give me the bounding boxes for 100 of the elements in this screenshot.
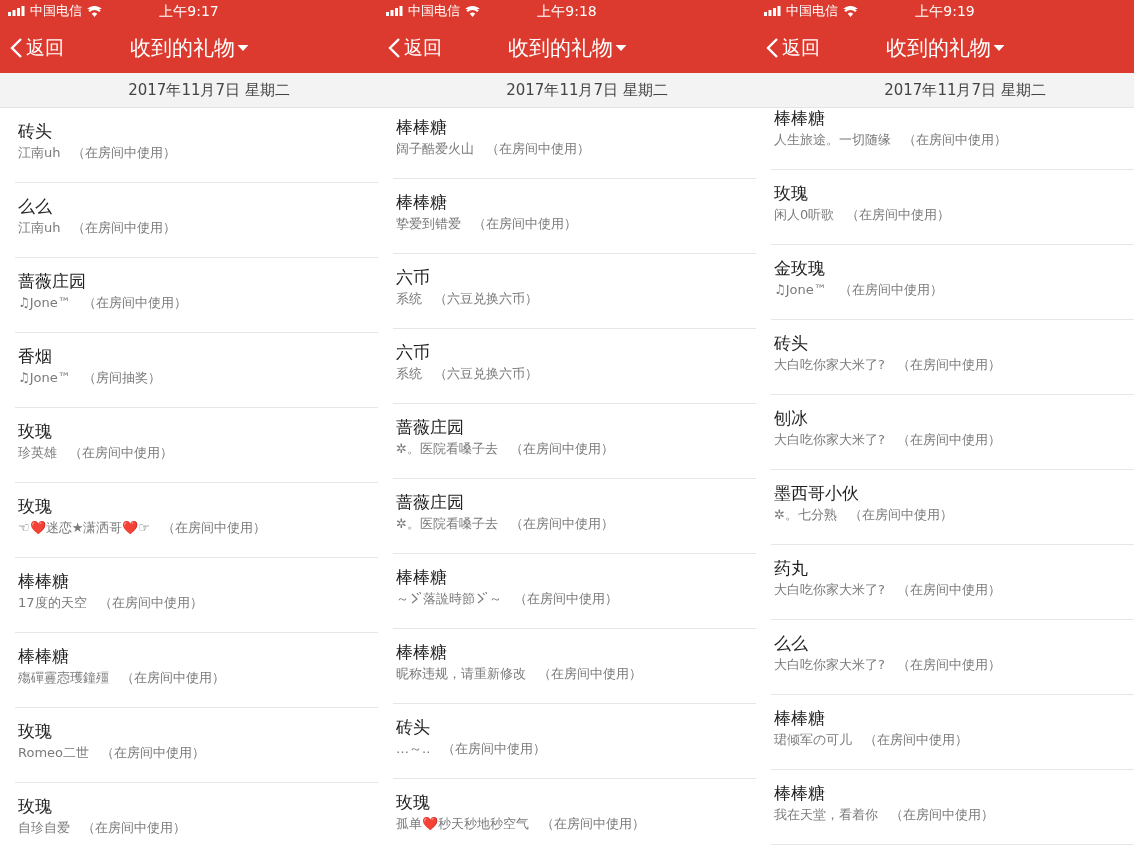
usage-note: （在房间中使用）	[161, 519, 266, 537]
usage-note: （房间抽奖）	[82, 369, 161, 387]
iteration-mark-icon	[411, 591, 421, 604]
usage-note: （在房间中使用）	[538, 665, 642, 683]
usage-note: （在房间中使用）	[848, 506, 953, 524]
gift-name: 玫瑰	[18, 495, 52, 517]
usage-note: （在房间中使用）	[541, 815, 645, 833]
usage-note: （在房间中使用）	[473, 215, 577, 233]
caret-down-icon	[993, 44, 1005, 51]
gift-name: 六币	[396, 341, 430, 363]
usage-note: （在房间中使用）	[69, 444, 173, 462]
gift-name: 刨冰	[774, 407, 808, 429]
usage-note: （在房间中使用）	[98, 594, 203, 612]
usage-note: （在房间中使用）	[514, 590, 618, 608]
sender-name: 大白吃你家大米了?	[774, 656, 885, 674]
sender-name: 闲人0听歌	[774, 206, 835, 224]
signal-icon	[386, 6, 403, 16]
title-dropdown[interactable]: 收到的礼物	[129, 33, 249, 62]
status-time: 上午9:18	[537, 3, 597, 19]
gift-name: 玫瑰	[774, 182, 808, 204]
wifi-icon	[87, 5, 102, 17]
wifi-icon	[465, 5, 480, 17]
gift-name: 墨西哥小伙	[774, 482, 859, 504]
gift-name: 玫瑰	[396, 791, 430, 813]
usage-note: （在房间中使用）	[509, 440, 614, 458]
gift-name: 棒棒糖	[396, 641, 447, 663]
sender-name: ♫Jone™	[18, 369, 71, 387]
wifi-icon	[843, 5, 858, 17]
gift-name: 玫瑰	[18, 795, 52, 817]
signal-icon	[764, 6, 781, 16]
sender-name: ✲。医院看嗓子去	[396, 440, 498, 458]
gift-name: 棒棒糖	[18, 645, 69, 667]
status-time: 上午9:17	[159, 3, 219, 19]
sender-name: 大白吃你家大米了?	[774, 356, 885, 374]
sender-name: 珍英雄	[18, 444, 57, 462]
gift-name: 药丸	[774, 557, 808, 579]
title-dropdown[interactable]: 收到的礼物	[885, 33, 1005, 62]
iteration-mark-icon	[477, 591, 487, 604]
sender-name: ♫Jone™	[774, 281, 827, 299]
sender-name: 珺倾军の可儿	[774, 731, 852, 749]
carrier-name: 中国电信	[30, 2, 82, 20]
gift-name: 么么	[774, 632, 808, 654]
back-button[interactable]: 返回	[766, 34, 820, 61]
gift-name: 蔷薇庄园	[396, 491, 464, 513]
date-header: 2017年11月7日 星期二	[378, 73, 756, 108]
chevron-left-icon	[388, 36, 401, 59]
gift-name: 么么	[18, 195, 52, 217]
back-button[interactable]: 返回	[10, 34, 64, 61]
sender-name: 我在天堂，看着你	[774, 806, 878, 824]
sender-name: ♫Jone™	[18, 294, 71, 312]
usage-note: （在房间中使用）	[509, 515, 614, 533]
usage-note: （在房间中使用）	[442, 740, 547, 758]
date-header: 2017年11月7日 星期二	[756, 73, 1134, 108]
date-header: 2017年11月7日 星期二	[0, 73, 378, 108]
gift-name: 棒棒糖	[396, 191, 447, 213]
carrier-name: 中国电信	[408, 2, 460, 20]
carrier-name: 中国电信	[786, 2, 838, 20]
sender-name: ✲。医院看嗓子去	[396, 515, 498, 533]
sender-name: 17度的天空	[18, 594, 87, 612]
signal-icon	[8, 6, 25, 16]
usage-note: （在房间中使用）	[72, 219, 177, 237]
gift-name: 香烟	[18, 345, 52, 367]
usage-note: （在房间中使用）	[896, 656, 1001, 674]
sender-name: 昵称违规，请重新修改	[396, 665, 526, 683]
usage-note: （在房间中使用）	[890, 806, 994, 824]
sender-name: 江南uh	[18, 144, 61, 162]
sender-name: 江南uh	[18, 219, 61, 237]
gift-name: 棒棒糖	[396, 116, 447, 138]
sender-name: 殤磾霻悫瓁鐘殭	[18, 669, 109, 687]
back-button[interactable]: 返回	[388, 34, 442, 61]
usage-note: （在房间中使用）	[82, 819, 186, 837]
gift-name: 六币	[396, 266, 430, 288]
sender-name: 大白吃你家大米了?	[774, 431, 885, 449]
sender-name: 系统	[396, 290, 422, 308]
chevron-left-icon	[10, 36, 23, 59]
sender-name: 系统	[396, 365, 422, 383]
gift-name: 棒棒糖	[774, 782, 825, 804]
sender-name: 孤单❤秒天秒地秒空气	[396, 815, 529, 833]
usage-note: （在房间中使用）	[72, 144, 177, 162]
sender-name: 阔子酷爱火山	[396, 140, 474, 158]
title-dropdown[interactable]: 收到的礼物	[507, 33, 627, 62]
usage-note: （在房间中使用）	[846, 206, 951, 224]
gift-name: 砖头	[396, 716, 430, 738]
gift-name: 玫瑰	[18, 420, 52, 442]
gift-name: 棒棒糖	[774, 707, 825, 729]
usage-note: （在房间中使用）	[896, 356, 1001, 374]
gift-name: 玫瑰	[18, 720, 52, 742]
caret-down-icon	[615, 44, 627, 51]
sender-name: Romeo二世	[18, 744, 90, 762]
usage-note: （在房间中使用）	[864, 731, 968, 749]
usage-note: （在房间中使用）	[82, 294, 187, 312]
caret-down-icon	[237, 44, 249, 51]
usage-note: （在房间中使用）	[896, 431, 1001, 449]
gift-name: 蔷薇庄园	[18, 270, 86, 292]
gift-name: 棒棒糖	[774, 107, 825, 129]
usage-note: （在房间中使用）	[486, 140, 590, 158]
sender-name: 自珍自爱	[18, 819, 70, 837]
sender-name: 人生旅途。一切随缘	[774, 131, 891, 149]
usage-note: （六豆兑换六币）	[434, 365, 538, 383]
gift-name: 棒棒糖	[396, 566, 447, 588]
